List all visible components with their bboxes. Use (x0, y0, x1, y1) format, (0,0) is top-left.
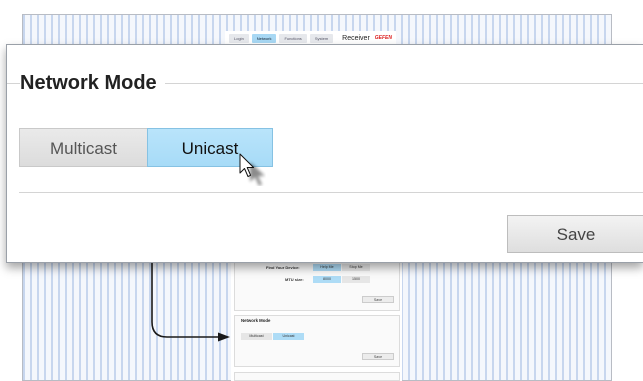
save-button[interactable]: Save (507, 215, 643, 253)
panel-title: Network Mode (20, 72, 165, 95)
panel-divider (19, 192, 643, 193)
mouse-pointer-icon (239, 153, 265, 186)
multicast-button[interactable]: Multicast (19, 128, 147, 167)
network-mode-zoom-panel: Network Mode Multicast Unicast Save (6, 44, 643, 263)
